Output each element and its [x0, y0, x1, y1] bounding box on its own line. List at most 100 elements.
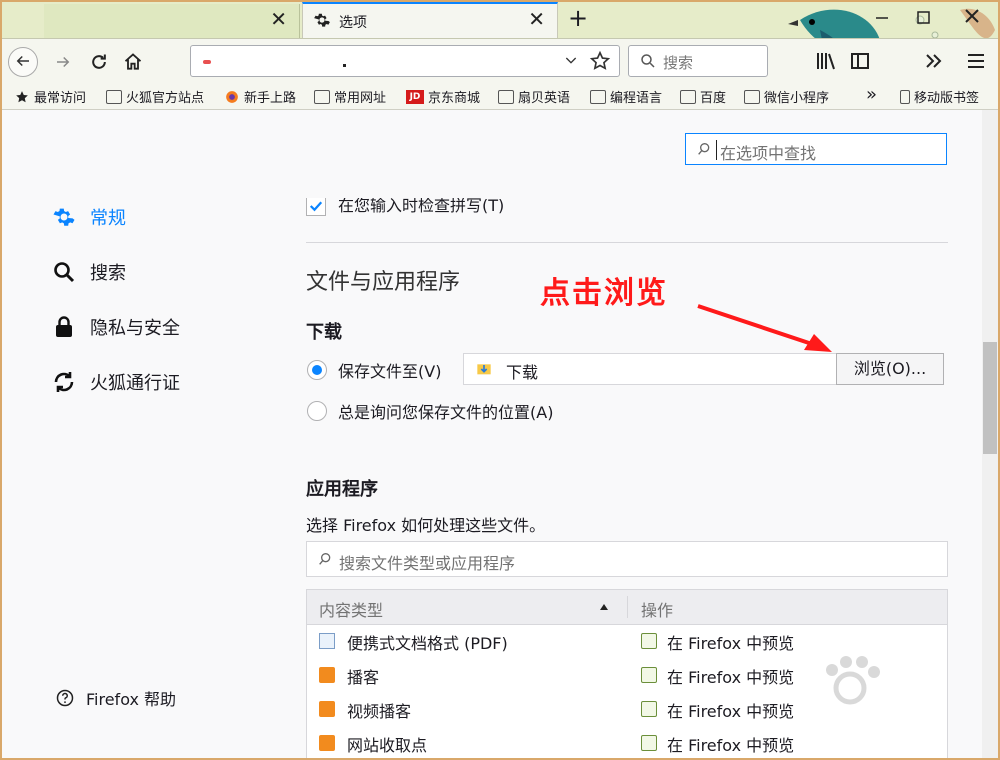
row-content-type: 便携式文档格式 (PDF) — [347, 634, 508, 653]
gear-icon — [313, 11, 331, 33]
bookmark-label: 编程语言 — [610, 91, 663, 106]
row-content-type: 网站收取点 — [347, 736, 428, 755]
table-row[interactable]: 网站收取点 在 Firefox 中预览 — [307, 726, 947, 759]
section-divider — [306, 242, 948, 243]
bookmark-jd[interactable]: JD 京东商城 — [406, 87, 480, 106]
find-in-options-input[interactable]: 在选项中查找 — [685, 133, 947, 165]
tab-close-button[interactable]: ✕ — [270, 8, 287, 30]
chevron-down-icon[interactable] — [563, 52, 579, 72]
applications-description: 选择 Firefox 如何处理这些文件。 — [306, 516, 546, 535]
spellcheck-checkbox[interactable] — [306, 196, 326, 216]
folder-icon — [314, 89, 330, 104]
save-to-label[interactable]: 保存文件至(V) — [338, 358, 441, 382]
bookmark-getting-started[interactable]: 新手上路 — [224, 87, 296, 106]
search-bar-placeholder: 搜索 — [663, 54, 694, 72]
bookmarks-overflow-button[interactable]: » — [866, 84, 877, 105]
column-header-content-type[interactable]: 内容类型 — [319, 597, 383, 621]
sidebar-item-label: 常规 — [90, 208, 126, 229]
row-action[interactable]: 在 Firefox 中预览 — [667, 732, 794, 756]
bookmark-star-icon[interactable] — [589, 50, 611, 76]
hamburger-menu-button[interactable] — [964, 49, 988, 73]
find-placeholder: 在选项中查找 — [720, 144, 817, 163]
bookmark-firefox-official[interactable]: 火狐官方站点 — [106, 87, 204, 106]
column-header-action[interactable]: 操作 — [641, 597, 673, 621]
table-row[interactable]: 播客 在 Firefox 中预览 — [307, 658, 947, 692]
app-search-placeholder: 搜索文件类型或应用程序 — [339, 554, 516, 573]
row-action[interactable]: 在 Firefox 中预览 — [667, 630, 794, 654]
tab-close-button[interactable]: ✕ — [528, 8, 545, 30]
always-ask-label[interactable]: 总是询问您保存文件的位置(A) — [338, 399, 553, 423]
library-button[interactable] — [814, 49, 838, 73]
column-divider — [627, 596, 628, 618]
bookmark-label: 扇贝英语 — [518, 91, 571, 106]
sidebar-item-label: 搜索 — [90, 263, 126, 284]
maximize-button[interactable] — [912, 6, 936, 30]
sidebar-toggle-button[interactable] — [848, 49, 872, 73]
folder-icon — [744, 89, 760, 104]
browse-button[interactable]: 浏览(O)... — [836, 353, 944, 385]
folder-icon — [106, 89, 122, 104]
close-icon — [965, 9, 979, 23]
table-row[interactable]: 便携式文档格式 (PDF) 在 Firefox 中预览 — [307, 624, 947, 658]
sidebar-item-search[interactable]: 搜索 — [52, 259, 126, 285]
arrow-right-icon — [57, 56, 70, 68]
always-ask-radio[interactable] — [307, 401, 327, 421]
preview-icon — [641, 735, 657, 751]
preview-icon — [641, 667, 657, 683]
bookmark-common-sites[interactable]: 常用网址 — [314, 87, 386, 106]
row-action[interactable]: 在 Firefox 中预览 — [667, 664, 794, 688]
row-action[interactable]: 在 Firefox 中预览 — [667, 698, 794, 722]
row-content-type: 播客 — [347, 668, 380, 687]
reload-button[interactable] — [84, 47, 114, 77]
new-tab-button[interactable]: + — [566, 4, 590, 32]
save-to-radio[interactable] — [307, 360, 327, 380]
sidebar-icon — [851, 53, 869, 69]
window-close-button[interactable] — [958, 4, 986, 32]
table-row[interactable]: 视频播客 在 Firefox 中预览 — [307, 692, 947, 726]
hamburger-icon — [968, 54, 984, 68]
bookmark-programming[interactable]: 编程语言 — [590, 87, 662, 106]
firefox-help-link[interactable]: Firefox 帮助 — [56, 686, 176, 710]
firefox-icon — [226, 90, 238, 103]
home-button[interactable] — [118, 47, 148, 77]
applications-title: 应用程序 — [306, 479, 378, 500]
search-bar[interactable]: 搜索 — [628, 45, 768, 77]
app-search-input[interactable]: 搜索文件类型或应用程序 — [306, 541, 948, 577]
scroll-clip — [300, 186, 960, 198]
tab-blank[interactable]: ✕ — [44, 4, 300, 38]
search-icon — [639, 52, 657, 74]
bookmark-label: 百度 — [700, 91, 727, 106]
url-text-dot — [343, 64, 346, 67]
preview-icon — [641, 701, 657, 717]
bookmark-wechat-miniprogram[interactable]: 微信小程序 — [744, 87, 829, 106]
tab-options[interactable]: 选项 ✕ — [302, 2, 558, 38]
scrollbar-thumb[interactable] — [983, 342, 997, 454]
url-bar[interactable] — [190, 45, 620, 77]
download-folder-icon — [477, 364, 491, 375]
bookmark-label: 常用网址 — [334, 91, 387, 106]
bookmark-baidu[interactable]: 百度 — [680, 87, 726, 106]
text-cursor — [716, 140, 717, 160]
download-folder-name: 下载 — [506, 363, 539, 382]
forward-button[interactable] — [48, 47, 78, 77]
annotation-text: 点击浏览 — [540, 276, 668, 311]
home-icon — [124, 53, 142, 70]
sidebar-item-general[interactable]: 常规 — [52, 204, 126, 230]
sidebar-item-privacy[interactable]: 隐私与安全 — [52, 314, 180, 340]
folder-icon — [590, 89, 606, 104]
rss-icon — [319, 735, 335, 751]
minimize-icon — [876, 17, 888, 19]
sidebar-item-sync[interactable]: 火狐通行证 — [52, 369, 180, 395]
checkmark-icon — [309, 201, 323, 212]
bookmark-most-visited[interactable]: 最常访问 — [14, 87, 86, 106]
bookmark-mobile[interactable]: 移动版书签 — [900, 87, 979, 106]
bookmark-label: 新手上路 — [244, 91, 297, 106]
library-icon — [817, 53, 835, 70]
bookmark-shanbay[interactable]: 扇贝英语 — [498, 87, 570, 106]
bookmark-label: 最常访问 — [34, 91, 87, 106]
gear-icon — [53, 208, 75, 226]
folder-icon — [498, 89, 514, 104]
back-button[interactable] — [8, 47, 38, 77]
overflow-menu-button[interactable] — [922, 49, 946, 73]
minimize-button[interactable] — [870, 6, 894, 30]
